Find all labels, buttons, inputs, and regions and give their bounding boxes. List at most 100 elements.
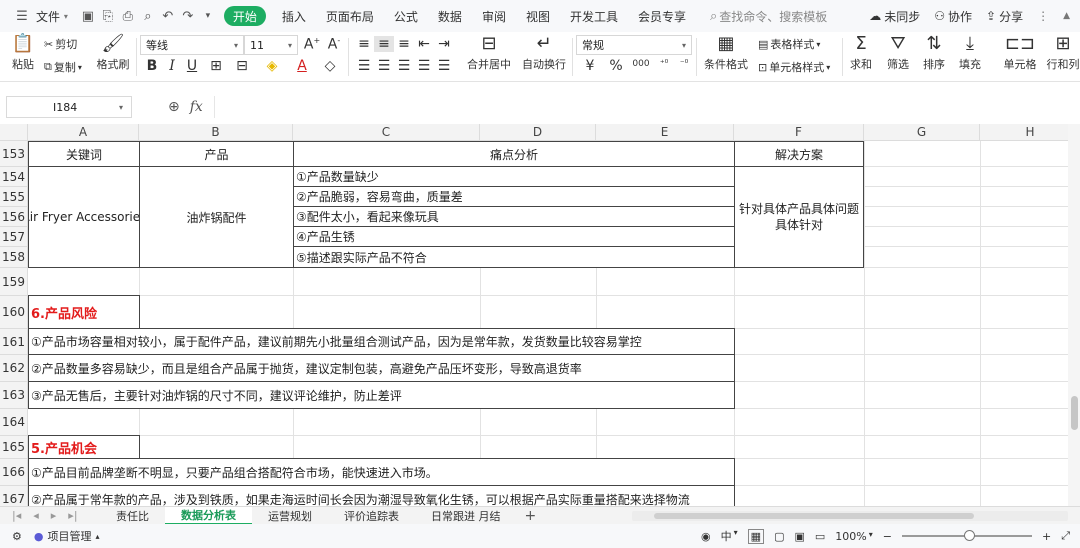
paste-button[interactable]: 📋 粘贴 — [8, 34, 38, 72]
zoom-slider-knob[interactable] — [963, 530, 975, 541]
input-mode[interactable]: 中 ▾ — [721, 528, 738, 544]
add-sheet-icon[interactable]: + — [517, 508, 545, 524]
format-painter-button[interactable]: 🖌 格式刷 — [96, 34, 130, 72]
sum-button[interactable]: Σ 求和 — [846, 34, 876, 72]
align-left-icon[interactable]: ☰ — [354, 58, 374, 74]
customize-toolbar-icon[interactable]: ▾ — [198, 6, 218, 26]
print-icon[interactable]: ⎙ — [118, 6, 138, 26]
column-header[interactable]: A — [28, 124, 139, 141]
spreadsheet-grid[interactable]: A B C D E F G H 153 154 155 156 157 158 … — [0, 124, 1080, 506]
percent-button[interactable]: % — [606, 58, 626, 74]
next-sheet-icon[interactable]: ▸ — [51, 509, 57, 522]
tab-home[interactable]: 开始 — [223, 6, 266, 26]
sheet-tab[interactable]: 责任比 — [100, 507, 165, 525]
collapse-ribbon-icon[interactable]: ▲ — [1063, 11, 1070, 21]
scrollbar-thumb[interactable] — [1071, 396, 1078, 430]
scrollbar-thumb[interactable] — [654, 513, 974, 519]
row-header[interactable]: 165 — [0, 436, 28, 459]
cell-button[interactable]: ⊏⊐ 单元格 — [998, 34, 1042, 72]
align-top-icon[interactable]: ≡ — [354, 36, 374, 52]
row-header[interactable]: 161 — [0, 329, 28, 355]
tab-member[interactable]: 会员专享 — [628, 0, 696, 32]
font-size-dropdown[interactable]: 11 ▾ — [244, 35, 298, 55]
pain-point-cell[interactable]: ③配件太小，看起来像玩具 — [293, 206, 735, 227]
column-header[interactable]: C — [293, 124, 480, 141]
font-color-icon[interactable]: A — [292, 58, 312, 74]
column-header[interactable]: E — [596, 124, 734, 141]
export-pdf-icon[interactable]: ⎘ — [98, 6, 118, 26]
column-header[interactable]: D — [480, 124, 596, 141]
sort-button[interactable]: ⇅ 排序 — [918, 34, 950, 72]
bold-button[interactable]: B — [142, 58, 162, 74]
fill-color-icon[interactable]: ◈ — [262, 58, 282, 74]
cut-button[interactable]: ✂ 剪切 — [44, 36, 77, 52]
page-break-view-icon[interactable]: ▣ — [794, 530, 804, 543]
merge-center-button[interactable]: ⊟ 合并居中 — [464, 34, 514, 72]
row-header[interactable]: 156 — [0, 207, 28, 227]
opportunity-section-title[interactable]: 5.产品机会 — [28, 435, 140, 459]
cell-style-button[interactable]: ⊡ 单元格样式 ▾ — [758, 59, 830, 75]
font-grow-icon[interactable]: A+ — [302, 36, 322, 53]
fill-button[interactable]: ⤓ 填充 — [954, 34, 986, 72]
align-center-icon[interactable]: ☰ — [374, 58, 394, 74]
row-header[interactable]: 166 — [0, 459, 28, 486]
filter-button[interactable]: ⛛ 筛选 — [882, 34, 914, 72]
distributed-icon[interactable]: ☰ — [434, 58, 454, 74]
zoom-icon[interactable]: ⊕ — [168, 99, 180, 115]
decimal-decrease-icon[interactable]: ⁻⁰ — [674, 59, 694, 69]
print-preview-icon[interactable]: ⌕ — [138, 6, 158, 26]
table-header-solution[interactable]: 解决方案 — [734, 141, 864, 167]
pain-point-cell[interactable]: ②产品脆弱，容易弯曲，质量差 — [293, 186, 735, 207]
view-mode-icon[interactable]: ◉ — [701, 530, 711, 543]
product-cell[interactable]: 油炸锅配件 — [139, 166, 294, 268]
zoom-out-icon[interactable]: − — [883, 530, 892, 543]
justify-icon[interactable]: ☰ — [414, 58, 434, 74]
border-style-icon[interactable]: ⊟ — [232, 58, 252, 74]
row-header[interactable]: 167 — [0, 486, 28, 506]
project-manager[interactable]: ● 项目管理 ▴ — [34, 528, 100, 544]
tab-data[interactable]: 数据 — [428, 0, 472, 32]
normal-view-icon[interactable]: ▦ — [747, 528, 765, 544]
tab-page-layout[interactable]: 页面布局 — [316, 0, 384, 32]
number-format-dropdown[interactable]: 常规 ▾ — [576, 35, 692, 55]
indent-decrease-icon[interactable]: ⇤ — [414, 36, 434, 52]
vertical-scrollbar[interactable] — [1068, 124, 1080, 506]
macro-icon[interactable]: ⚙ — [12, 530, 22, 543]
column-header[interactable]: H — [980, 124, 1080, 141]
name-box[interactable]: I184 ▾ — [6, 96, 132, 118]
currency-button[interactable]: ¥ — [580, 58, 600, 74]
horizontal-scrollbar[interactable] — [632, 511, 1068, 521]
copy-button[interactable]: ⧉ 复制 ▾ — [44, 59, 82, 75]
page-layout-view-icon[interactable]: ▢ — [774, 530, 784, 543]
font-name-dropdown[interactable]: 等线 ▾ — [140, 35, 244, 55]
redo-icon[interactable]: ↷ — [178, 6, 198, 26]
zoom-slider[interactable] — [901, 530, 1032, 541]
column-header[interactable]: B — [139, 124, 293, 141]
borders-icon[interactable]: ⊞ — [206, 58, 226, 74]
thousands-button[interactable]: 000 — [630, 59, 652, 69]
reading-mode-icon[interactable]: ▭ — [815, 530, 825, 543]
file-menu[interactable]: 文件 ▾ — [32, 0, 78, 32]
italic-button[interactable]: I — [162, 58, 182, 74]
last-sheet-icon[interactable]: ▸| — [68, 509, 77, 522]
table-header-product[interactable]: 产品 — [139, 141, 294, 167]
first-sheet-icon[interactable]: |◂ — [12, 509, 21, 522]
solution-cell[interactable]: 针对具体产品具体问题具体针对 — [734, 166, 864, 268]
tab-formulas[interactable]: 公式 — [384, 0, 428, 32]
wrap-text-button[interactable]: ↵ 自动换行 — [520, 34, 568, 72]
sheet-tab[interactable]: 评价追踪表 — [328, 507, 415, 525]
formula-input[interactable] — [214, 96, 1080, 118]
hamburger-menu-icon[interactable]: ☰ — [12, 6, 32, 26]
more-options-icon[interactable]: ⋮ — [1037, 9, 1049, 23]
tab-insert[interactable]: 插入 — [272, 0, 316, 32]
tab-view[interactable]: 视图 — [516, 0, 560, 32]
row-header[interactable]: 154 — [0, 167, 28, 187]
select-all-corner[interactable] — [0, 124, 28, 141]
align-bottom-icon[interactable]: ≡ — [394, 36, 414, 52]
conditional-format-button[interactable]: ▦ 条件格式 — [700, 34, 752, 72]
sheet-tab-active[interactable]: 数据分析表 — [165, 506, 252, 525]
row-header[interactable]: 162 — [0, 355, 28, 382]
opportunity-item[interactable]: ②产品属于常年款的产品，涉及到铁质，如果走海运时间长会因为潮湿导致氧化生锈，可以… — [28, 485, 735, 506]
decimal-increase-icon[interactable]: ⁺⁰ — [654, 59, 674, 69]
zoom-in-icon[interactable]: + — [1042, 530, 1051, 543]
